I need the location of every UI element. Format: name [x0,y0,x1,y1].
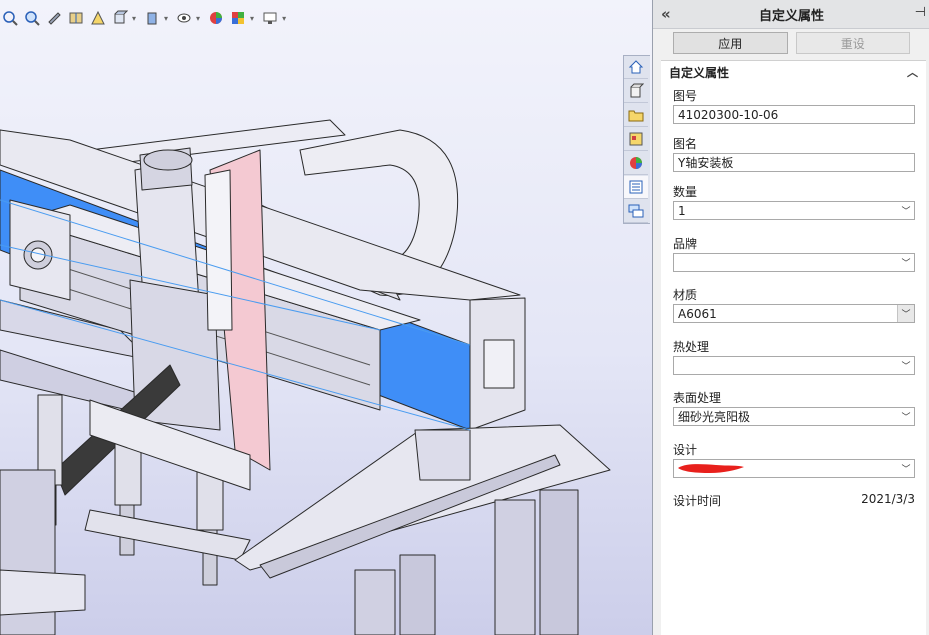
quantity-dropdown[interactable]: 1 ﹀ [673,201,915,220]
material-field: 材质 A6061 ﹀ [673,286,915,323]
chevron-down-icon[interactable]: ﹀ [898,460,914,477]
white-bracket [204,169,233,331]
leg-2 [399,554,436,635]
field-label: 数量 [673,185,698,199]
view-palette-icon[interactable] [624,128,648,151]
leg-3 [494,499,536,635]
task-pane-tabs [623,55,650,224]
heat-treatment-field: 热处理 ﹀ [673,338,915,375]
quantity-field: 数量 1 ﹀ [673,183,915,220]
reset-button[interactable]: 重设 [795,32,910,54]
chevron-down-icon[interactable]: ▾ [196,14,200,23]
drawing-name-field: 图名 Y轴安装板 [673,135,915,172]
drawing-no-input[interactable]: 41020300-10-06 [673,105,915,124]
custom-properties-panel: « 自定义属性 ⊣ 应用 重设 自定义属性 ︿ 图号 41020300-10-0… [652,0,929,635]
chevron-down-icon[interactable]: ▾ [282,14,286,23]
file-explorer-icon[interactable] [624,104,648,127]
collapse-panel-button[interactable]: « [661,5,671,23]
design-time-row: 设计时间 2021/3/3 [673,492,915,509]
z-motor-cap [143,149,193,171]
zoom-area-icon[interactable] [22,8,42,28]
section-title: 自定义属性 [669,65,730,80]
chevron-down-icon[interactable]: ▾ [250,14,254,23]
nozzle-base [84,509,251,561]
chevron-down-icon[interactable]: ▾ [132,14,136,23]
view-settings-icon[interactable] [260,8,280,28]
brand-dropdown[interactable]: ﹀ [673,253,915,272]
section-view-icon[interactable] [66,8,86,28]
material-value: A6061 [678,306,717,321]
chevron-down-icon[interactable]: ﹀ [898,202,914,219]
chevron-down-icon[interactable]: ﹀ [897,305,914,322]
hide-show-icon[interactable] [174,8,194,28]
model-scene[interactable] [0,0,652,635]
leg-4 [539,489,579,635]
designer-dropdown[interactable]: ﹀ [673,459,915,478]
drawing-name-input[interactable]: Y轴安装板 [673,153,915,172]
field-label: 材质 [673,288,698,302]
redaction-mark [678,464,744,473]
appearances-icon[interactable] [624,152,648,175]
drawing-no-field: 图号 41020300-10-06 [673,87,915,124]
forum-icon[interactable] [624,200,648,223]
chevron-down-icon[interactable]: ﹀ [898,254,914,271]
design-time-label: 设计时间 [673,494,722,508]
heads-up-view-toolbar: ▾ ▾ ▾ ▾ ▾ [0,6,290,30]
design-time-value: 2021/3/3 [861,492,915,506]
field-label: 表面处理 [673,391,722,405]
graphics-viewport[interactable]: ▾ ▾ ▾ ▾ ▾ [0,0,652,635]
beam-end-window [483,339,515,389]
section-header[interactable]: 自定义属性 ︿ [661,61,926,83]
dynamic-annotation-icon[interactable] [88,8,108,28]
support-block [414,429,471,481]
view-orientation-icon[interactable] [110,8,130,28]
surface-treatment-field: 表面处理 细砂光亮阳极 ﹀ [673,389,915,426]
material-dropdown[interactable]: A6061 ﹀ [673,304,915,323]
design-library-icon[interactable] [624,80,648,103]
field-label: 图名 [673,137,698,151]
chevron-down-icon[interactable]: ﹀ [898,357,914,374]
zoom-fit-icon[interactable] [0,8,20,28]
properties-form: 自定义属性 ︿ 图号 41020300-10-06 图名 Y轴安装板 数量 1 … [661,60,926,635]
apply-scene-icon[interactable] [228,8,248,28]
apply-button[interactable]: 应用 [673,32,788,54]
chevron-down-icon[interactable]: ﹀ [898,408,914,425]
surface-treatment-value: 细砂光亮阳极 [678,410,751,424]
home-icon[interactable] [624,56,648,79]
chevron-up-icon[interactable]: ︿ [907,64,918,80]
brand-field: 品牌 ﹀ [673,235,915,272]
field-label: 品牌 [673,237,698,251]
chevron-down-icon[interactable]: ▾ [164,14,168,23]
foot-left [0,569,86,616]
heat-treatment-dropdown[interactable]: ﹀ [673,356,915,375]
edit-appearance-icon[interactable] [206,8,226,28]
previous-view-icon[interactable] [44,8,64,28]
pin-icon[interactable]: ⊣ [915,5,926,20]
leg-1 [354,569,396,635]
designer-field: 设计 ﹀ [673,441,915,478]
surface-treatment-dropdown[interactable]: 细砂光亮阳极 ﹀ [673,407,915,426]
panel-header: « 自定义属性 ⊣ [653,0,929,29]
custom-properties-icon[interactable] [624,176,648,199]
quantity-value: 1 [678,203,686,218]
field-label: 热处理 [673,340,710,354]
display-style-icon[interactable] [142,8,162,28]
field-label: 设计 [673,443,698,457]
panel-title: 自定义属性 [758,8,824,24]
field-label: 图号 [673,89,698,103]
